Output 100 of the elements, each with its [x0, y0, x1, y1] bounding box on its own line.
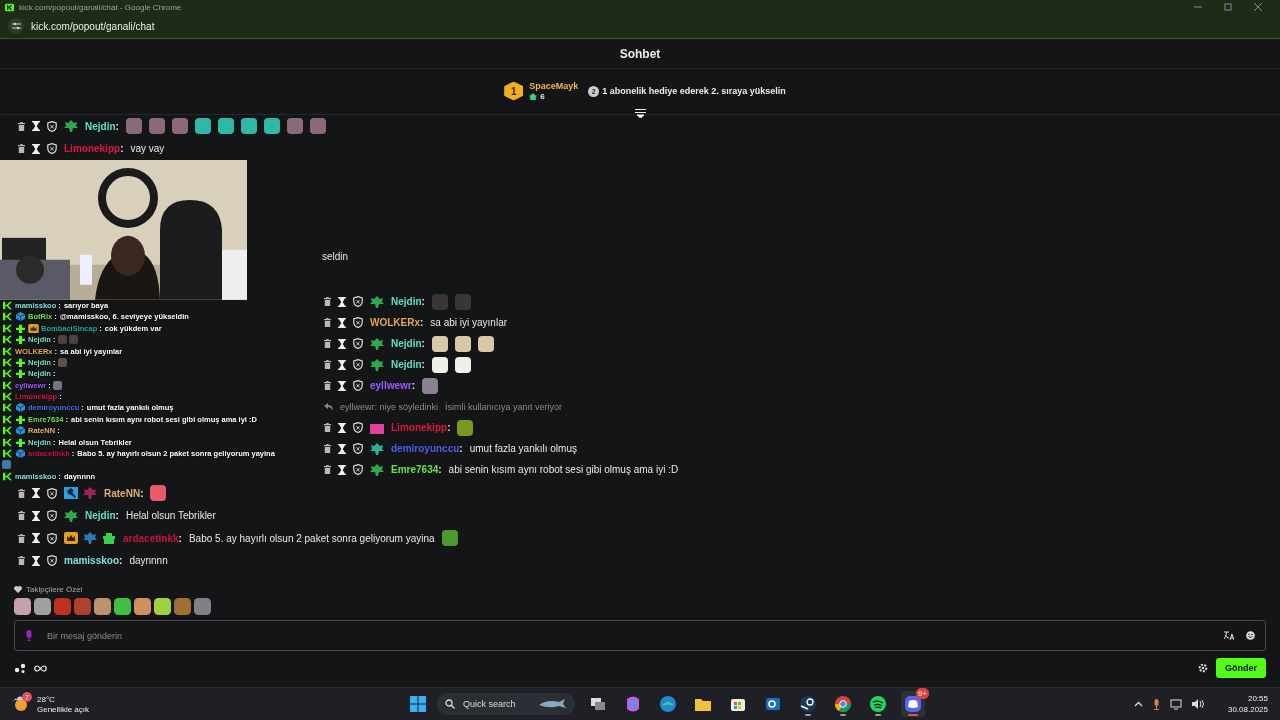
address-field[interactable]: kick.com/popout/ganali/chat — [31, 20, 155, 32]
close-icon[interactable] — [1254, 3, 1262, 11]
message-field[interactable]: Bir mesaj gönderin — [45, 629, 1212, 642]
weather-icon[interactable] — [12, 694, 30, 712]
translate-icon[interactable] — [1224, 631, 1234, 640]
username[interactable]: Emre7634: — [391, 464, 442, 475]
shield-icon[interactable] — [47, 120, 57, 132]
shield-icon[interactable] — [353, 296, 363, 307]
username[interactable]: Limonekipp: — [64, 143, 124, 155]
temperature: 28°C — [37, 694, 56, 704]
shield-icon[interactable] — [353, 359, 363, 370]
send-button[interactable]: Gönder — [1216, 658, 1266, 678]
hourglass-icon[interactable] — [32, 488, 40, 499]
delete-icon[interactable] — [324, 444, 331, 453]
heart-icon — [14, 585, 22, 593]
volume-icon[interactable] — [1191, 699, 1204, 709]
chat-title: Sohbet — [0, 39, 1280, 69]
shield-icon[interactable] — [353, 422, 363, 433]
delete-icon[interactable] — [18, 556, 25, 566]
delete-icon[interactable] — [324, 465, 331, 474]
message-text: seldin — [322, 251, 349, 262]
hourglass-icon[interactable] — [338, 338, 346, 349]
hourglass-icon[interactable] — [338, 422, 346, 433]
shield-icon[interactable] — [353, 317, 363, 328]
username[interactable]: RateNN: — [104, 487, 144, 499]
delete-icon[interactable] — [324, 297, 331, 306]
username[interactable]: ardacetinkk: — [123, 532, 182, 544]
clock-time: 20:55 — [1247, 694, 1268, 703]
shield-icon[interactable] — [353, 464, 363, 475]
shield-icon[interactable] — [353, 338, 363, 349]
delete-icon[interactable] — [18, 533, 25, 543]
search-field[interactable]: Quick search — [437, 693, 575, 715]
restore-icon[interactable] — [1224, 3, 1232, 11]
reply-icon — [324, 402, 333, 411]
delete-icon[interactable] — [18, 488, 25, 498]
hourglass-icon[interactable] — [338, 359, 346, 370]
network-icon[interactable] — [1169, 698, 1182, 710]
delete-icon[interactable] — [324, 360, 331, 369]
hourglass-icon[interactable] — [32, 143, 40, 154]
delete-icon[interactable] — [324, 423, 331, 432]
username[interactable]: Nejdin: — [391, 359, 425, 370]
leaderboard-message: 1 abonelik hediye ederek 2. sıraya yükselin — [602, 86, 786, 96]
username[interactable]: demiroyunccu: — [391, 443, 463, 454]
dots-icon[interactable] — [14, 663, 26, 673]
hourglass-icon[interactable] — [32, 533, 40, 544]
site-settings-icon[interactable] — [8, 18, 24, 34]
username[interactable]: Limonekipp: — [391, 422, 451, 433]
hourglass-icon[interactable] — [32, 555, 40, 566]
search-icon — [445, 699, 455, 709]
rank-badge: 1 — [504, 81, 524, 101]
gift-icon — [529, 93, 538, 100]
message-text: Babo 5. ay hayırlı olsun 2 paket sonra geliyorum yayina — [188, 532, 435, 544]
username[interactable]: mamisskoo: — [64, 555, 123, 567]
weather-condition: Genellikle açık — [37, 704, 90, 714]
message-text: sa abi iyi yayınlar — [430, 317, 508, 328]
message-box[interactable]: Bir mesaj gönderin — [14, 620, 1266, 651]
infinity-icon[interactable] — [34, 664, 47, 672]
shield-icon[interactable] — [47, 143, 57, 155]
message-text: abi senin kısım aynı robot sesi gibi olmuş ama iyi :D — [448, 464, 679, 475]
shield-icon[interactable] — [353, 443, 363, 454]
microphone-icon[interactable] — [25, 630, 33, 641]
hourglass-icon[interactable] — [32, 121, 40, 132]
message-text: daynnnn — [129, 555, 168, 567]
microphone-icon[interactable] — [1152, 698, 1160, 710]
gift-count: 6 — [540, 92, 545, 101]
message-text: umut fazla yankılı olmuş — [469, 443, 577, 454]
start-icon[interactable] — [410, 696, 426, 712]
shield-icon[interactable] — [47, 510, 57, 522]
delete-icon[interactable] — [18, 511, 25, 521]
chevron-up-icon[interactable] — [1133, 701, 1143, 707]
shield-icon[interactable] — [47, 555, 57, 567]
delete-icon[interactable] — [324, 318, 331, 327]
hourglass-icon[interactable] — [338, 296, 346, 307]
hourglass-icon[interactable] — [338, 380, 346, 391]
window-title: kick.com/popout/ganali/chat - Google Chrome — [19, 2, 183, 12]
delete-icon[interactable] — [18, 121, 25, 131]
reply-preview: eyllwewr: niye söyledinki — [340, 401, 439, 412]
hourglass-icon[interactable] — [338, 464, 346, 475]
username[interactable]: eyllwewr: — [370, 380, 416, 391]
hourglass-icon[interactable] — [338, 443, 346, 454]
username[interactable]: Nejdin: — [85, 120, 119, 132]
notification-badge: 9+ — [915, 688, 929, 699]
scroll-down-icon[interactable] — [635, 109, 646, 118]
shield-icon[interactable] — [47, 487, 57, 499]
shield-icon[interactable] — [353, 380, 363, 391]
smiley-icon[interactable] — [1246, 631, 1255, 640]
message-text: Helal olsun Tebrikler — [125, 510, 216, 522]
hourglass-icon[interactable] — [338, 317, 346, 328]
username[interactable]: WOLKERx: — [370, 317, 424, 328]
delete-icon[interactable] — [324, 339, 331, 348]
hourglass-icon[interactable] — [32, 510, 40, 521]
delete-icon[interactable] — [324, 381, 331, 390]
username[interactable]: Nejdin: — [391, 338, 425, 349]
shield-icon[interactable] — [47, 532, 57, 544]
settings-icon[interactable] — [1198, 663, 1208, 673]
username[interactable]: Nejdin: — [85, 510, 119, 522]
username[interactable]: SpaceMayk — [529, 81, 579, 91]
username[interactable]: Nejdin: — [391, 296, 425, 307]
message-text: vay vay — [130, 143, 165, 155]
delete-icon[interactable] — [18, 144, 25, 154]
